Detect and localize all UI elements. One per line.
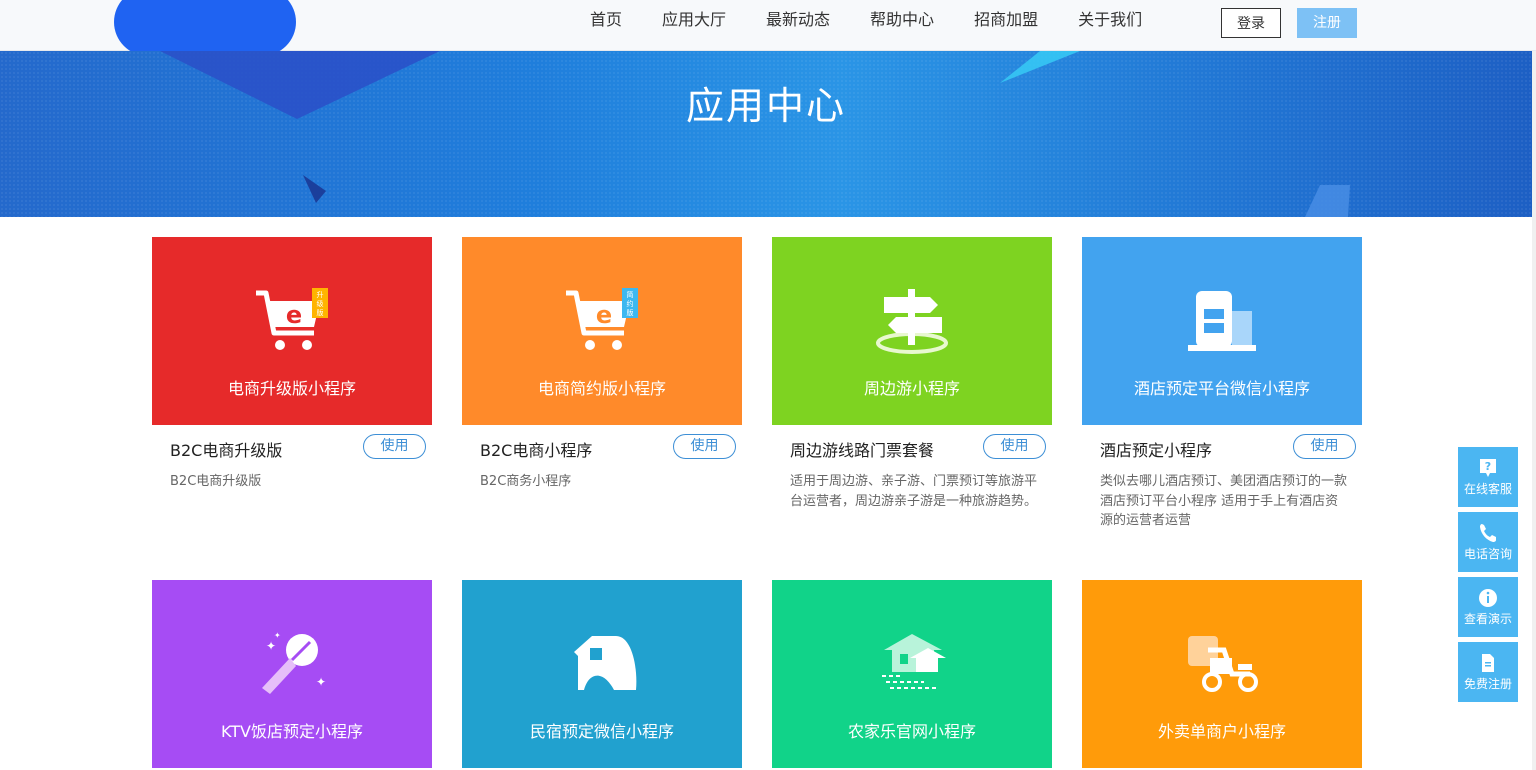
use-button[interactable]: 使用 — [673, 434, 736, 459]
svg-text:升: 升 — [317, 290, 324, 299]
use-button[interactable]: 使用 — [983, 434, 1046, 459]
app-card-name[interactable]: 周边游线路门票套餐 — [790, 437, 934, 461]
app-card-title: 周边游小程序 — [863, 379, 960, 398]
app-card: e 升 级 版 电商升级版小程序 B2C电商升级版 使用 B2C电商升级版 — [152, 237, 432, 489]
shopping-cart-simple-icon: e 简 约 版 — [566, 288, 638, 350]
hero-banner: 应用中心 — [0, 51, 1532, 217]
nav-item-franchise[interactable]: 招商加盟 — [974, 0, 1038, 50]
hotel-building-icon — [1188, 291, 1256, 351]
phone-icon — [1480, 524, 1496, 542]
delivery-scooter-icon — [1188, 636, 1258, 692]
app-card-title: 电商简约版小程序 — [537, 379, 666, 398]
top-navigation-bar: 首页 应用大厅 最新动态 帮助中心 招商加盟 关于我们 登录 注册 — [0, 0, 1536, 56]
app-card-title: 民宿预定微信小程序 — [529, 722, 674, 741]
side-free-register[interactable]: 免费注册 — [1458, 642, 1518, 702]
app-card-banner[interactable]: e 简 约 版 电商简约版小程序 — [462, 237, 742, 425]
app-card-description: B2C电商升级版 — [170, 474, 262, 489]
app-card-title: 电商升级版小程序 — [227, 379, 356, 398]
side-online-service[interactable]: ? 在线客服 — [1458, 447, 1518, 507]
app-card: e 简 约 版 电商简约版小程序 B2C电商小程序 使用 B2C商务小程序 — [462, 237, 742, 489]
app-card-title: 外卖单商户小程序 — [1157, 722, 1286, 741]
svg-text:✦: ✦ — [274, 631, 281, 640]
nav-item-help[interactable]: 帮助中心 — [870, 0, 934, 50]
page-scrollbar[interactable] — [1532, 51, 1536, 770]
use-button[interactable]: 使用 — [363, 434, 426, 459]
page-title: 应用中心 — [685, 84, 846, 128]
question-icon: ? — [1480, 459, 1496, 477]
shopping-cart-upgrade-icon: e 升 级 版 — [256, 288, 328, 350]
nav-item-app-hall[interactable]: 应用大厅 — [662, 0, 726, 50]
signpost-icon — [876, 289, 948, 354]
app-card-name[interactable]: B2C电商升级版 — [170, 437, 282, 461]
main-nav: 首页 应用大厅 最新动态 帮助中心 招商加盟 关于我们 — [590, 0, 1182, 50]
app-card: 民宿预定微信小程序 — [462, 580, 742, 768]
side-label: 在线客服 — [1463, 482, 1512, 496]
site-logo[interactable] — [114, 0, 296, 56]
app-card-title: 农家乐官网小程序 — [847, 722, 976, 741]
document-icon — [1482, 654, 1494, 672]
app-card: 农家乐官网小程序 — [772, 580, 1052, 768]
svg-text:约: 约 — [627, 299, 634, 308]
login-button[interactable]: 登录 — [1221, 8, 1281, 38]
side-label: 查看演示 — [1463, 612, 1512, 626]
app-card: 周边游小程序 周边游线路门票套餐 使用 适用于周边游、亲子游、门票预订等旅游平台… — [772, 237, 1052, 509]
svg-text:?: ? — [1485, 460, 1491, 473]
app-card-banner[interactable]: 外卖单商户小程序 — [1082, 580, 1362, 768]
app-card-banner[interactable]: ✦ ✦ ✦ KTV饭店预定小程序 — [152, 580, 432, 768]
app-card: 外卖单商户小程序 — [1082, 580, 1362, 768]
app-card-banner[interactable]: 民宿预定微信小程序 — [462, 580, 742, 768]
info-icon — [1479, 589, 1497, 607]
svg-text:版: 版 — [627, 308, 634, 317]
nav-item-about[interactable]: 关于我们 — [1078, 0, 1142, 50]
app-card-banner[interactable]: 周边游小程序 — [772, 237, 1052, 425]
app-card-banner[interactable]: 酒店预定平台微信小程序 — [1082, 237, 1362, 425]
homestay-icon — [574, 636, 637, 690]
side-label: 免费注册 — [1463, 677, 1512, 691]
app-card-name[interactable]: B2C电商小程序 — [480, 437, 592, 461]
register-button[interactable]: 注册 — [1297, 8, 1357, 38]
app-card-title: KTV饭店预定小程序 — [221, 722, 363, 741]
svg-text:e: e — [596, 301, 612, 329]
nav-item-news[interactable]: 最新动态 — [766, 0, 830, 50]
app-card-description: 类似去哪儿酒店预订、美团酒店预订的一款酒店预订平台小程序 适用于手上有酒店资源的… — [1100, 474, 1348, 528]
svg-text:e: e — [286, 301, 302, 329]
app-card-description: 适用于周边游、亲子游、门票预订等旅游平台运营者，周边游亲子游是一种旅游趋势。 — [790, 474, 1038, 509]
farmhouse-icon — [882, 634, 946, 689]
app-card-banner[interactable]: 农家乐官网小程序 — [772, 580, 1052, 768]
svg-text:级: 级 — [317, 299, 324, 308]
side-phone-consult[interactable]: 电话咨询 — [1458, 512, 1518, 572]
app-card: 酒店预定平台微信小程序 酒店预定小程序 使用 类似去哪儿酒店预订、美团酒店预订的… — [1082, 237, 1362, 528]
svg-text:简: 简 — [627, 290, 634, 299]
svg-text:版: 版 — [317, 308, 324, 317]
app-card-banner[interactable]: e 升 级 版 电商升级版小程序 — [152, 237, 432, 425]
nav-item-home[interactable]: 首页 — [590, 0, 622, 50]
side-label: 电话咨询 — [1463, 547, 1512, 561]
app-card-title: 酒店预定平台微信小程序 — [1133, 379, 1310, 398]
app-card: ✦ ✦ ✦ KTV饭店预定小程序 — [152, 580, 432, 768]
microphone-icon: ✦ ✦ ✦ — [262, 631, 326, 694]
app-card-description: B2C商务小程序 — [480, 474, 572, 489]
svg-text:✦: ✦ — [316, 675, 326, 689]
use-button[interactable]: 使用 — [1293, 434, 1356, 459]
svg-text:✦: ✦ — [266, 639, 276, 653]
side-view-demo[interactable]: 查看演示 — [1458, 577, 1518, 637]
app-card-name[interactable]: 酒店预定小程序 — [1100, 437, 1212, 461]
